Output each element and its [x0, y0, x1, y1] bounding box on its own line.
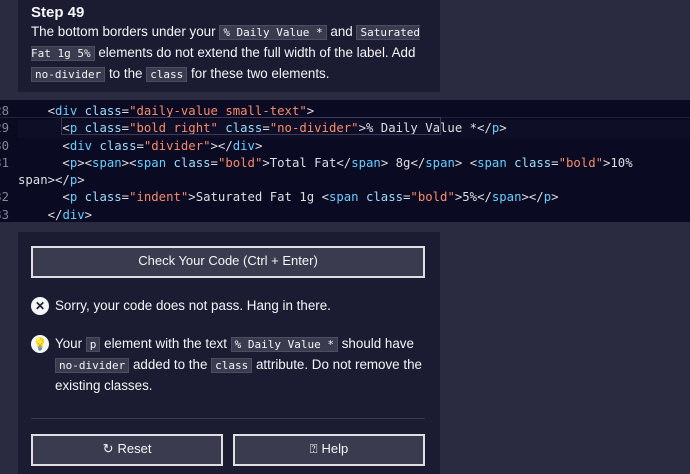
code-line[interactable]: <p class="indent">Saturated Fat 1g <span… — [18, 189, 690, 206]
code-lines[interactable]: <div class="daily-value small-text"> <p … — [18, 103, 690, 222]
reset-label: Reset — [117, 441, 152, 456]
code-line[interactable]: <div class="daily-value small-text"> — [18, 103, 690, 120]
inline-code: p — [85, 337, 101, 352]
help-label: Help — [321, 441, 349, 456]
code-line[interactable]: span></p> — [18, 172, 690, 189]
line-number: 33 — [0, 207, 9, 222]
text-run: to the — [105, 66, 147, 81]
inline-code: no-divider — [55, 358, 130, 373]
line-number: 32 — [0, 190, 9, 205]
help-button[interactable]: ⍰ Help — [233, 434, 425, 466]
step-title: Step 49 — [31, 4, 85, 21]
code-line[interactable]: <div class="divider"></div> — [18, 138, 690, 155]
text-run: and — [326, 24, 357, 39]
output-panel: Check Your Code (Ctrl + Enter) ✕ Sorry, … — [18, 232, 440, 474]
text-run: for these two elements. — [187, 66, 330, 81]
hint-text: Your p element with the text % Daily Val… — [55, 334, 425, 396]
code-line[interactable]: </div> — [18, 207, 690, 222]
close-circle-icon: ✕ — [31, 297, 49, 315]
hint-message: 💡 Your p element with the text % Daily V… — [31, 334, 425, 396]
line-number: 28 — [0, 104, 9, 118]
fail-message-text: Sorry, your code does not pass. Hang in … — [55, 298, 331, 313]
text-run: elements do not extend the full width of… — [94, 45, 416, 60]
inline-code: class — [211, 358, 253, 373]
line-number — [0, 172, 9, 189]
inline-code: % Daily Value * — [219, 25, 327, 40]
text-run: The bottom borders under your — [31, 24, 220, 39]
line-number-gutter: 28 29 30 31 32 33 — [0, 103, 9, 222]
inline-code: % Daily Value * — [230, 337, 339, 352]
line-number: 31 — [0, 155, 9, 170]
reset-icon: ↻ — [102, 441, 114, 456]
code-editor[interactable]: 28 29 30 31 32 33 <div class="daily-value sma… — [0, 100, 690, 222]
text-run: should have — [338, 336, 414, 351]
instructions-panel: Step 49 The bottom borders under your % … — [18, 0, 440, 92]
code-line[interactable]: <p><span><span class="bold">Total Fat</s… — [18, 155, 690, 172]
divider — [31, 418, 425, 419]
code-line[interactable]: <p class="bold right" class="no-divider"… — [18, 120, 690, 137]
inline-code: class — [146, 67, 188, 82]
check-code-button[interactable]: Check Your Code (Ctrl + Enter) — [31, 246, 425, 278]
reset-button[interactable]: ↻ Reset — [31, 434, 223, 466]
text-run: element with the text — [100, 336, 231, 351]
instructions-text: The bottom borders under your % Daily Va… — [31, 22, 427, 85]
inline-code: no-divider — [31, 67, 106, 82]
fail-message: ✕ Sorry, your code does not pass. Hang i… — [31, 296, 425, 318]
text-run: added to the — [129, 357, 212, 372]
lightbulb-icon: 💡 — [31, 335, 49, 353]
question-icon: ⍰ — [309, 441, 318, 456]
line-number: 29 — [0, 121, 9, 136]
text-run: Your — [55, 336, 86, 351]
line-number: 30 — [0, 138, 9, 153]
page: Step 49 The bottom borders under your % … — [0, 0, 690, 474]
